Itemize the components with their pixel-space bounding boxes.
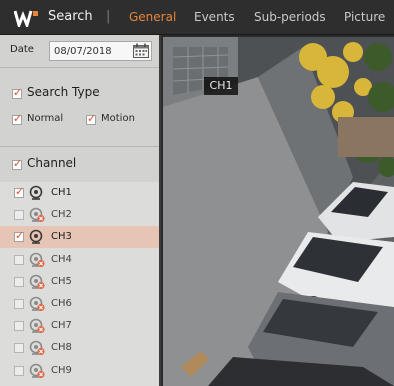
video-viewport[interactable]	[163, 37, 394, 386]
search-type-section: ✓ Search Type ✓ Normal ✓ Motion	[0, 69, 159, 147]
channel-label: Channel	[27, 156, 77, 170]
channel-row-ch6[interactable]: CH6	[0, 293, 159, 315]
app-title: Search	[48, 9, 93, 24]
camera-disconnected-icon	[29, 363, 45, 378]
channel-row-checkbox[interactable]	[14, 365, 24, 376]
title-separator: |	[106, 9, 111, 24]
check-icon: ✓	[13, 157, 23, 170]
channel-row-ch2[interactable]: CH2	[0, 204, 159, 226]
channel-row-ch4[interactable]: CH4	[0, 249, 159, 271]
tab-events[interactable]: Events	[194, 10, 235, 24]
check-icon: ✓	[13, 112, 23, 125]
channel-name: CH5	[51, 275, 72, 287]
channel-row-ch8[interactable]: CH8	[0, 337, 159, 359]
check-icon: ✓	[13, 86, 23, 99]
check-icon: ✓	[87, 112, 97, 125]
channel-row-checkbox[interactable]	[14, 254, 24, 265]
channel-name: CH9	[51, 364, 72, 376]
channel-row-checkbox[interactable]	[14, 299, 24, 309]
camera-disconnected-icon	[29, 274, 45, 289]
channel-row-checkbox[interactable]: ✓	[14, 229, 25, 243]
channel-row-checkbox[interactable]: ✓	[14, 185, 25, 198]
camera-disconnected-icon	[29, 296, 45, 312]
channel-name: CH7	[51, 320, 72, 332]
channel-row-ch7[interactable]: CH7	[0, 315, 159, 337]
top-bar: Search | General Events Sub-periods Pict…	[0, 0, 394, 35]
channel-section: ✓ Channel	[0, 148, 159, 182]
search-filter-panel: Date ✓ Search Type ✓ Normal ✓ Motion ✓ C…	[0, 35, 161, 386]
tab-general[interactable]: General	[129, 10, 176, 24]
channel-name: CH1	[51, 187, 72, 198]
wisenet-logo-icon	[14, 10, 38, 27]
channel-row-ch9[interactable]: CH9	[0, 360, 159, 382]
channel-row-checkbox[interactable]	[14, 343, 24, 354]
camera-feed-image	[163, 37, 394, 386]
channel-row-ch1[interactable]: ✓ CH1	[0, 182, 159, 204]
date-label: Date	[10, 44, 34, 55]
check-icon: ✓	[15, 185, 25, 198]
tab-sub-periods[interactable]: Sub-periods	[254, 10, 326, 24]
channel-list: ✓ CH1 CH2 ✓ CH3 CH4 CH5 CH6 CH7 CH8 CH9	[0, 182, 159, 386]
camera-disconnected-icon	[29, 207, 45, 223]
channel-name: CH6	[51, 298, 72, 309]
channel-row-checkbox[interactable]	[14, 321, 24, 332]
channel-row-ch5[interactable]: CH5	[0, 271, 159, 293]
camera-icon	[29, 230, 43, 245]
camera-icon	[29, 185, 43, 200]
channel-name: CH2	[51, 209, 72, 221]
camera-disconnected-icon	[29, 341, 45, 356]
search-type-label: Search Type	[27, 85, 100, 99]
motion-checkbox[interactable]: ✓	[86, 112, 97, 125]
tab-picture[interactable]: Picture	[344, 10, 385, 24]
check-icon: ✓	[15, 229, 25, 243]
channel-checkbox[interactable]: ✓	[12, 157, 23, 170]
normal-checkbox[interactable]: ✓	[12, 112, 23, 125]
channel-name: CH8	[51, 342, 72, 354]
channel-row-ch3[interactable]: ✓ CH3	[0, 226, 159, 249]
normal-label: Normal	[27, 113, 64, 124]
channel-row-checkbox[interactable]	[14, 210, 24, 221]
calendar-icon[interactable]	[133, 43, 149, 58]
motion-label: Motion	[101, 113, 135, 124]
date-row: Date	[0, 35, 159, 68]
search-type-checkbox[interactable]: ✓	[12, 86, 23, 99]
channel-row-checkbox[interactable]	[14, 276, 24, 287]
channel-overlay-label: CH1	[204, 77, 238, 95]
channel-name: CH3	[51, 231, 72, 243]
camera-disconnected-icon	[29, 252, 45, 267]
channel-name: CH4	[51, 253, 72, 265]
camera-disconnected-icon	[29, 318, 45, 334]
